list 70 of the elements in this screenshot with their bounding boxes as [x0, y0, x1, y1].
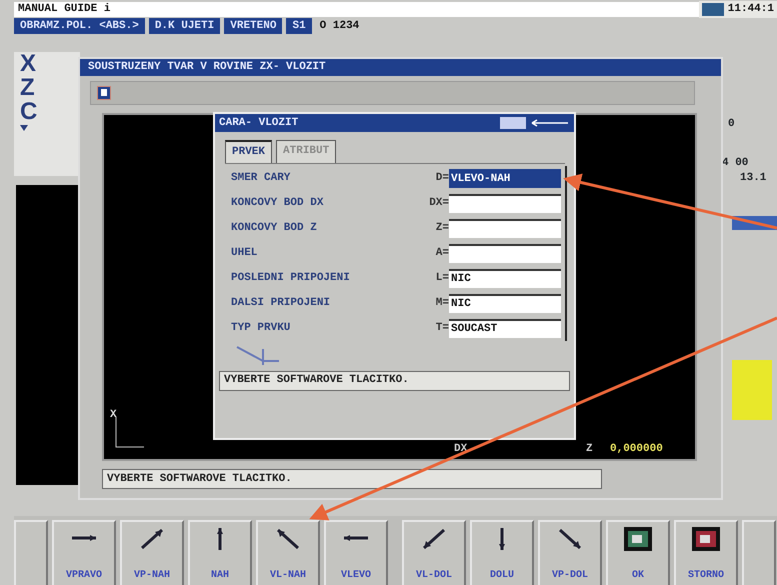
field-label: POSLEDNI PRIPOJENI: [230, 270, 351, 286]
softkey[interactable]: VP-NAH: [120, 520, 184, 585]
softkey[interactable]: VPRAVO: [52, 520, 116, 585]
position-text: 0: [728, 117, 735, 132]
softkey[interactable]: OK: [606, 520, 670, 585]
field-label: DALSI PRIPOJENI: [230, 296, 332, 311]
field-code: L=: [434, 270, 449, 286]
input-field[interactable]: SOUCAST: [449, 318, 561, 338]
status-segment: S1: [286, 18, 312, 34]
field-label: TYP PRVKU: [230, 320, 292, 336]
arrow-icon: [141, 528, 163, 550]
window-icon: [692, 527, 720, 551]
window-icon: [624, 527, 652, 551]
softkey[interactable]: NAH: [188, 520, 252, 585]
arrow-icon: [344, 535, 368, 541]
arrow-icon: [559, 528, 581, 550]
axis-label: Z: [20, 76, 36, 100]
softkey[interactable]: [742, 520, 776, 585]
status-message: VYBERTE SOFTWAROVE TLACITKO.: [102, 469, 602, 489]
field-label: KONCOVY BOD Z: [230, 220, 318, 236]
arrow-icon: [499, 528, 505, 550]
field-code: A=: [434, 246, 449, 261]
softkey[interactable]: DOLU: [470, 520, 534, 585]
axis-text: X: [110, 408, 117, 423]
clock-text: 11:44:1: [728, 2, 774, 18]
coordinate-label: Z: [586, 442, 593, 457]
dialog-title: CARA- VLOZIT: [219, 116, 298, 131]
coordinate-label: DX: [454, 442, 468, 457]
app-title: MANUAL GUIDE i: [18, 2, 110, 18]
arrow-icon: [277, 528, 299, 550]
status-lamp: [732, 360, 772, 420]
softkey[interactable]: [14, 520, 48, 585]
status-segment: VRETENO: [224, 18, 282, 34]
field-code: D=: [434, 170, 449, 186]
choice-field[interactable]: VLEVO-NAH: [449, 168, 561, 188]
page-icon: [97, 86, 111, 100]
field-code: Z=: [434, 220, 449, 236]
mode-indicator-icon: [500, 117, 570, 129]
program-number: O 1234: [318, 19, 360, 34]
softkey[interactable]: VP-DOL: [538, 520, 602, 585]
axis-label: X: [20, 52, 38, 76]
input-field[interactable]: [449, 194, 561, 212]
dialog-message: VYBERTE SOFTWAROVE TLACITKO.: [219, 370, 570, 390]
axis-label: C: [20, 100, 38, 124]
input-field[interactable]: NIC: [449, 294, 561, 312]
position-text: 4 00: [722, 156, 748, 171]
tab[interactable]: PRVEK: [225, 140, 272, 162]
arrow-icon: [423, 528, 445, 550]
coordinate-value: 0,000000: [610, 442, 663, 457]
field-code: M=: [434, 296, 449, 311]
input-field[interactable]: NIC: [449, 268, 561, 288]
softkey[interactable]: VLEVO: [324, 520, 388, 585]
softkey[interactable]: VL-DOL: [402, 520, 466, 585]
field-label: SMER CARY: [230, 170, 292, 186]
field-code: DX=: [428, 196, 449, 211]
arrow-icon: [217, 528, 223, 550]
scroll-arrow-icon: [20, 124, 28, 132]
input-field[interactable]: [449, 218, 561, 238]
field-label: KONCOVY BOD DX: [230, 196, 324, 211]
field-label: UHEL: [230, 246, 258, 261]
softkey[interactable]: VL-NAH: [256, 520, 320, 585]
field-code: T=: [434, 320, 449, 336]
input-field[interactable]: [449, 244, 561, 262]
status-segment: OBRAMZ.POL. <ABS.>: [14, 18, 145, 34]
window-title: SOUSTRUZENY TVAR V ROVINE ZX- VLOZIT: [80, 59, 721, 76]
position-text: 13.1: [740, 171, 766, 186]
softkey[interactable]: STORNO: [674, 520, 738, 585]
status-indicator: [702, 3, 724, 16]
arrow-icon: [72, 535, 96, 541]
status-segment: D.K UJETI: [148, 18, 220, 34]
